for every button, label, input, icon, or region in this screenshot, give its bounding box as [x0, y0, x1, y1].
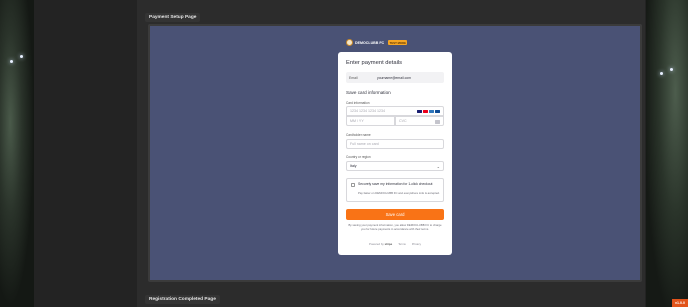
save-info-checkbox[interactable] — [351, 183, 355, 187]
section-title-registration: Registration Completed Page — [145, 295, 220, 304]
save-card-heading: Save card information — [346, 90, 391, 95]
country-value: Italy — [350, 164, 357, 168]
cardholder-label: Cardholder name — [346, 133, 371, 137]
expiry-placeholder: MM / YY — [350, 119, 364, 123]
chevron-down-icon: ⌄ — [436, 163, 440, 169]
stadium-left-background — [0, 0, 34, 307]
mastercard-icon — [423, 110, 428, 113]
cvc-card-icon — [435, 120, 440, 124]
country-select[interactable]: Italy ⌄ — [346, 161, 444, 171]
cvc-placeholder: CVC — [399, 119, 407, 123]
checkout-footer: Powered by stripe Terms Privacy — [346, 242, 444, 246]
stadium-light — [20, 55, 23, 58]
legal-text: By saving your payment information, you … — [348, 223, 442, 231]
powered-by: Powered by stripe — [369, 242, 392, 246]
link-save-box: Securely save my information for 1-click… — [346, 178, 444, 202]
stadium-light — [10, 60, 13, 63]
card-info-label: Card information — [346, 101, 370, 105]
section-title-payment: Payment Setup Page — [145, 13, 201, 22]
email-value: yourname@email.com — [377, 75, 411, 80]
cvc-input[interactable]: CVC — [395, 116, 444, 126]
email-label: Email — [349, 75, 358, 80]
discover-icon — [435, 110, 440, 113]
stadium-light — [660, 72, 663, 75]
checkout-title: Enter payment details — [346, 60, 403, 66]
visa-icon — [417, 110, 422, 113]
merchant-name: DEMOCLUBB FC — [355, 40, 385, 45]
version-badge: v1.0.0 — [672, 299, 688, 307]
card-number-input[interactable]: 1234 1234 1234 1234 — [346, 106, 444, 116]
stadium-right-background — [646, 0, 688, 307]
test-mode-badge: TEST MODE — [388, 40, 408, 45]
save-info-heading: Securely save my information for 1-click… — [358, 182, 433, 186]
club-logo-icon — [346, 39, 353, 46]
card-number-placeholder: 1234 1234 1234 1234 — [350, 109, 385, 113]
email-row: Email yourname@email.com — [346, 72, 444, 83]
privacy-link[interactable]: Privacy — [412, 242, 421, 246]
expiry-input[interactable]: MM / YY — [346, 116, 395, 126]
country-label: Country or region — [346, 155, 371, 159]
merchant-brand: DEMOCLUBB FC TEST MODE — [346, 39, 408, 46]
amex-icon — [429, 110, 434, 113]
powered-by-label: Powered by — [369, 242, 384, 246]
card-brand-icons — [417, 110, 440, 113]
terms-link[interactable]: Terms — [398, 242, 406, 246]
save-card-button[interactable]: Save card — [346, 209, 444, 220]
stadium-light — [670, 68, 673, 71]
save-info-subtext: Pay faster on DEMOCLUBB FC and everywher… — [358, 191, 440, 195]
checkout-card: Enter payment details Email yourname@ema… — [338, 52, 452, 255]
cardholder-placeholder: Full name on card — [350, 142, 379, 146]
cardholder-input[interactable]: Full name on card — [346, 139, 444, 149]
stripe-logo: stripe — [384, 242, 393, 246]
